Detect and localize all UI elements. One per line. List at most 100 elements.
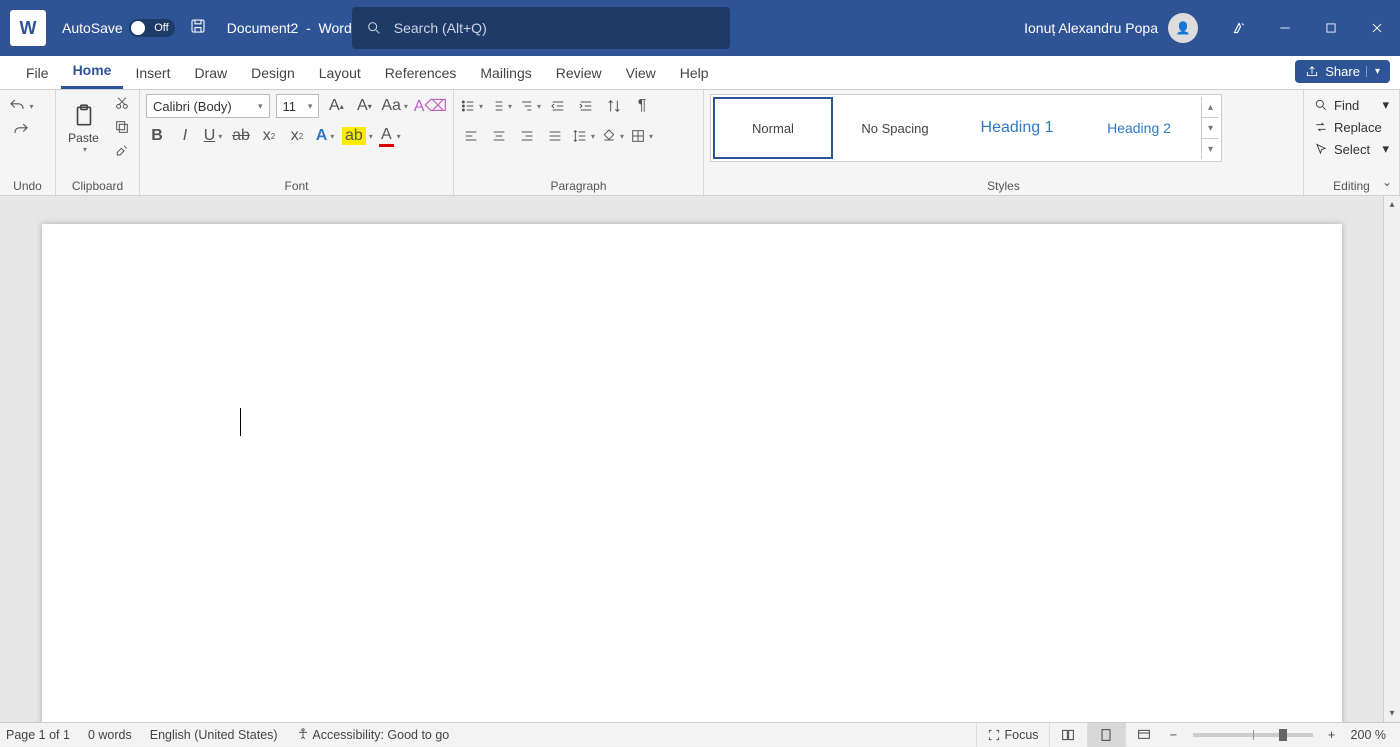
share-label: Share	[1325, 64, 1360, 79]
user-avatar[interactable]: 👤	[1168, 13, 1198, 43]
minimize-button[interactable]	[1262, 0, 1308, 56]
clear-formatting-button[interactable]: A⌫	[414, 94, 447, 118]
share-chevron-icon[interactable]: ▾	[1366, 66, 1380, 77]
styles-down-button[interactable]: ▾	[1202, 118, 1219, 139]
accessibility-status[interactable]: Accessibility: Good to go	[296, 727, 450, 742]
tab-references[interactable]: References	[373, 59, 469, 89]
zoom-level[interactable]: 200 %	[1351, 728, 1386, 742]
tab-file[interactable]: File	[14, 59, 61, 89]
tab-view[interactable]: View	[614, 59, 668, 89]
show-marks-button[interactable]: ¶	[631, 94, 653, 118]
replace-icon	[1314, 120, 1328, 134]
maximize-button[interactable]	[1308, 0, 1354, 56]
tab-mailings[interactable]: Mailings	[468, 59, 543, 89]
line-spacing-button[interactable]: ▾	[572, 124, 595, 148]
style-heading-1[interactable]: Heading 1	[957, 97, 1077, 159]
tab-draw[interactable]: Draw	[182, 59, 239, 89]
style-no-spacing[interactable]: No Spacing	[835, 97, 955, 159]
decrease-indent-button[interactable]	[547, 94, 569, 118]
superscript-button[interactable]: x2	[286, 124, 308, 148]
strikethrough-button[interactable]: ab	[230, 124, 252, 148]
redo-button[interactable]	[6, 118, 36, 142]
subscript-button[interactable]: x2	[258, 124, 280, 148]
align-left-button[interactable]	[460, 124, 482, 148]
tab-review[interactable]: Review	[544, 59, 614, 89]
styles-gallery: Normal No Spacing Heading 1 Heading 2 ▴ …	[710, 94, 1222, 162]
font-color-button[interactable]: A▾	[379, 124, 401, 148]
align-center-button[interactable]	[488, 124, 510, 148]
tab-home[interactable]: Home	[61, 56, 124, 89]
page[interactable]	[42, 224, 1342, 722]
print-layout-button[interactable]	[1087, 723, 1125, 747]
doc-title: Document2	[227, 20, 299, 36]
page-indicator[interactable]: Page 1 of 1	[6, 728, 70, 742]
style-heading-2[interactable]: Heading 2	[1079, 97, 1199, 159]
title-bar: W AutoSave Off Document2 - Word Search (…	[0, 0, 1400, 56]
search-placeholder: Search (Alt+Q)	[394, 20, 487, 36]
italic-button[interactable]: I	[174, 124, 196, 148]
close-button[interactable]	[1354, 0, 1400, 56]
bullets-button[interactable]: ▾	[460, 94, 483, 118]
tab-design[interactable]: Design	[239, 59, 307, 89]
find-button[interactable]: Find▾	[1310, 94, 1393, 116]
read-mode-button[interactable]	[1049, 723, 1087, 747]
increase-indent-button[interactable]	[575, 94, 597, 118]
cut-button[interactable]	[111, 91, 133, 115]
zoom-slider[interactable]	[1193, 733, 1313, 737]
text-cursor	[240, 408, 241, 436]
copy-button[interactable]	[111, 115, 133, 139]
find-icon	[1314, 98, 1328, 112]
scroll-up-button[interactable]: ▴	[1384, 196, 1400, 213]
shading-button[interactable]: ▾	[601, 124, 624, 148]
highlight-button[interactable]: ab▾	[342, 124, 373, 148]
text-effects-button[interactable]: A▾	[314, 124, 336, 148]
collapse-ribbon-button[interactable]: ⌄	[1382, 175, 1392, 189]
style-normal[interactable]: Normal	[713, 97, 833, 159]
zoom-in-button[interactable]: +	[1321, 723, 1343, 747]
zoom-out-button[interactable]: −	[1163, 723, 1185, 747]
multilevel-list-button[interactable]: ▾	[518, 94, 541, 118]
word-count[interactable]: 0 words	[88, 728, 132, 742]
tab-insert[interactable]: Insert	[123, 59, 182, 89]
shrink-font-button[interactable]: A▾	[353, 94, 375, 118]
underline-button[interactable]: U▾	[202, 124, 224, 148]
grow-font-button[interactable]: A▴	[325, 94, 347, 118]
bold-button[interactable]: B	[146, 124, 168, 148]
scroll-down-button[interactable]: ▾	[1384, 705, 1400, 722]
styles-up-button[interactable]: ▴	[1202, 97, 1219, 118]
autosave-state: Off	[154, 22, 168, 34]
undo-button[interactable]: ▾	[6, 94, 36, 118]
web-layout-button[interactable]	[1125, 723, 1163, 747]
group-label-font: Font	[146, 176, 447, 195]
title-sep: -	[306, 20, 311, 36]
font-name-combo[interactable]: Calibri (Body)▾	[146, 94, 270, 118]
zoom-thumb[interactable]	[1279, 729, 1287, 741]
borders-button[interactable]: ▾	[630, 124, 653, 148]
autosave-toggle[interactable]: Off	[129, 19, 175, 37]
format-painter-button[interactable]	[111, 139, 133, 163]
sort-button[interactable]	[603, 94, 625, 118]
styles-more-button[interactable]: ▾	[1202, 139, 1219, 159]
tab-layout[interactable]: Layout	[307, 59, 373, 89]
change-case-button[interactable]: Aa▾	[381, 94, 407, 118]
focus-mode-button[interactable]: Focus	[976, 723, 1049, 747]
search-box[interactable]: Search (Alt+Q)	[352, 7, 730, 49]
tab-help[interactable]: Help	[668, 59, 721, 89]
user-name[interactable]: Ionuț Alexandru Popa	[1024, 20, 1158, 36]
coming-soon-icon[interactable]	[1216, 0, 1262, 56]
save-icon[interactable]	[189, 17, 207, 40]
language-indicator[interactable]: English (United States)	[150, 728, 278, 742]
justify-button[interactable]	[544, 124, 566, 148]
replace-button[interactable]: Replace	[1310, 116, 1393, 138]
font-size-combo[interactable]: 11▾	[276, 94, 320, 118]
share-icon	[1305, 65, 1319, 79]
paste-button[interactable]: Paste ▾	[62, 96, 105, 158]
numbering-button[interactable]: ▾	[489, 94, 512, 118]
align-right-button[interactable]	[516, 124, 538, 148]
autosave-label: AutoSave	[62, 20, 123, 36]
clipboard-icon	[71, 101, 97, 131]
find-label: Find	[1334, 98, 1359, 113]
select-button[interactable]: Select▾	[1310, 138, 1393, 160]
share-button[interactable]: Share ▾	[1295, 60, 1390, 83]
vertical-scrollbar[interactable]: ▴ ▾	[1383, 196, 1400, 722]
